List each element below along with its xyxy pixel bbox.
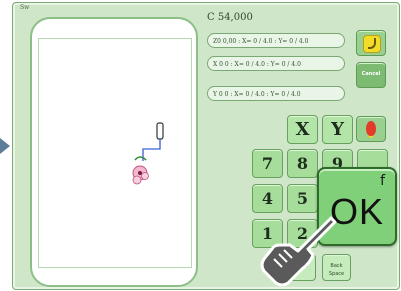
preview-canvas <box>38 38 192 268</box>
coordinate-field-3[interactable]: Y 0 0 : X= 0 / 4.0 : Y= 0 / 4.0 <box>207 86 345 101</box>
return-button[interactable] <box>356 30 386 56</box>
stitch-path <box>142 139 161 161</box>
coordinate-field-1[interactable]: Z0 0,00 : X= 0 / 4.0 : Y= 0 / 4.0 <box>207 33 345 48</box>
x-key[interactable]: X <box>287 115 318 144</box>
key-4[interactable]: 4 <box>252 184 283 213</box>
leaf-mark <box>134 156 147 161</box>
return-icon <box>363 35 381 53</box>
key-8[interactable]: 8 <box>287 149 318 178</box>
start-icon <box>366 121 376 136</box>
start-button[interactable] <box>356 116 386 142</box>
ok-function-label: f <box>380 173 385 189</box>
key-5[interactable]: 5 <box>287 184 318 213</box>
pointing-hand-icon <box>260 216 337 287</box>
corner-label: Sw <box>20 4 30 11</box>
status-readout: C 54,000 <box>207 12 253 23</box>
needle-icon <box>156 122 164 140</box>
key-7[interactable]: 7 <box>252 149 283 178</box>
embroidery-preview <box>132 122 164 185</box>
left-arrow-icon <box>0 138 10 154</box>
coordinate-field-2[interactable]: X 0 0 : X= 0 / 4.0 : Y= 0 / 4.0 <box>207 56 345 71</box>
cancel-label: Cancel <box>361 71 381 77</box>
y-key[interactable]: Y <box>322 115 353 144</box>
cancel-button[interactable]: Cancel <box>356 62 386 88</box>
